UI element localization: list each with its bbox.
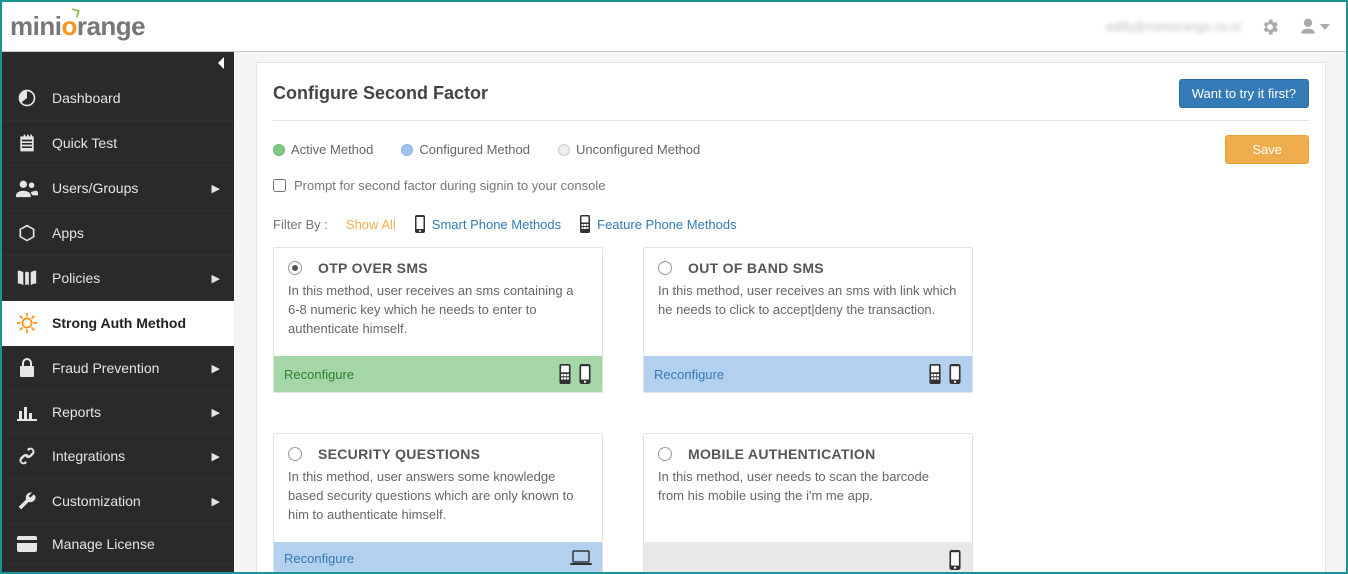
sidebar-item-quick-test[interactable]: Quick Test [2,121,234,166]
laptop-icon [570,550,592,566]
method-desc: In this method, user needs to scan the b… [644,468,972,542]
sidebar-item-manage-license[interactable]: Manage License [2,524,234,565]
method-cards: OTP OVER SMS In this method, user receive… [273,247,1309,572]
gauge-icon [16,88,38,108]
logo-pre: mini [10,11,61,41]
filter-smart-phone[interactable]: Smart Phone Methods [432,217,561,232]
page-title: Configure Second Factor [273,83,488,104]
logo-post: range [77,11,145,41]
reconfigure-link[interactable]: Reconfigure [654,367,724,382]
method-card: MOBILE AUTHENTICATION In this method, use… [643,433,973,572]
feature-icon [558,364,572,384]
bars-icon [16,403,38,421]
chevron-right-icon: ▶ [212,182,220,195]
topbar: miniorange edify@miniorange.co.in [2,2,1346,52]
method-card: SECURITY QUESTIONS In this method, user a… [273,433,603,572]
sidebar-item-label: Reports [52,404,101,420]
sidebar-item-label: Customization [52,493,141,509]
sidebar-item-policies[interactable]: Policies ▶ [2,256,234,301]
sidebar-item-label: Quick Test [52,135,117,151]
sidebar-item-label: Apps [52,225,84,241]
legend-active: Active Method [273,142,373,157]
notepad-icon [16,133,38,153]
sidebar-item-label: Users/Groups [52,180,138,196]
save-button[interactable]: Save [1225,135,1309,164]
method-desc: In this method, user answers some knowle… [274,468,602,542]
sidebar-item-customization[interactable]: Customization ▶ [2,479,234,524]
cube-icon [16,223,38,243]
smart-icon [948,364,962,384]
method-desc: In this method, user receives an sms con… [274,282,602,356]
lock-icon [16,358,38,378]
filter-feature-phone[interactable]: Feature Phone Methods [597,217,736,232]
method-card: OTP OVER SMS In this method, user receive… [273,247,603,393]
method-title: OTP OVER SMS [318,260,428,276]
legend-unconfigured: Unconfigured Method [558,142,700,157]
user-email: edify@miniorange.co.in [1106,19,1242,34]
gear-icon[interactable] [1260,17,1280,37]
method-title: OUT OF BAND SMS [688,260,824,276]
featurephone-icon [579,215,591,233]
logo-o-icon: o [61,11,76,42]
auth-icon [16,313,38,333]
sidebar-item-label: Strong Auth Method [52,315,186,331]
smart-icon [948,550,962,570]
sidebar-item-label: Dashboard [52,90,121,106]
sidebar-item-strong-auth-method[interactable]: Strong Auth Method [2,301,234,346]
filter-label: Filter By : [273,217,328,232]
prompt-label: Prompt for second factor during signin t… [294,178,605,193]
sidebar: Dashboard Quick Test Users/Groups ▶ Apps Poli… [2,52,234,572]
sidebar-item-integrations[interactable]: Integrations ▶ [2,434,234,479]
method-card: OUT OF BAND SMS In this method, user rece… [643,247,973,393]
method-radio[interactable] [288,261,302,275]
chevron-right-icon: ▶ [212,272,220,285]
card-icon [16,536,38,552]
chevron-right-icon: ▶ [212,362,220,375]
smartphone-icon [414,215,426,233]
method-radio[interactable] [658,447,672,461]
wrench-icon [16,491,38,511]
sidebar-item-label: Integrations [52,448,125,464]
sidebar-collapse[interactable] [2,52,234,76]
chevron-right-icon: ▶ [212,495,220,508]
sidebar-item-dashboard[interactable]: Dashboard [2,76,234,121]
sidebar-item-label: Manage License [52,536,155,552]
reconfigure-link[interactable]: Reconfigure [284,551,354,566]
reconfigure-link[interactable]: Reconfigure [284,367,354,382]
method-desc: In this method, user receives an sms wit… [644,282,972,356]
sidebar-item-users-groups[interactable]: Users/Groups ▶ [2,166,234,211]
prompt-checkbox[interactable] [273,179,286,192]
sidebar-item-fraud-prevention[interactable]: Fraud Prevention ▶ [2,346,234,391]
link-icon [16,446,38,466]
chevron-right-icon: ▶ [212,406,220,419]
sidebar-item-reports[interactable]: Reports ▶ [2,391,234,434]
legend-configured: Configured Method [401,142,530,157]
smart-icon [578,364,592,384]
sidebar-item-label: Policies [52,270,100,286]
chevron-right-icon: ▶ [212,450,220,463]
book-icon [16,268,38,288]
method-title: MOBILE AUTHENTICATION [688,446,876,462]
user-menu-icon[interactable] [1298,17,1330,37]
method-title: SECURITY QUESTIONS [318,446,480,462]
logo: miniorange [10,11,145,42]
method-radio[interactable] [288,447,302,461]
method-radio[interactable] [658,261,672,275]
filter-show-all[interactable]: Show All [346,217,396,232]
sidebar-item-label: Fraud Prevention [52,360,159,376]
users-icon [16,178,38,198]
try-first-button[interactable]: Want to try it first? [1179,79,1309,108]
content-area: Configure Second Factor Want to try it f… [234,52,1346,572]
feature-icon [928,364,942,384]
sidebar-item-apps[interactable]: Apps [2,211,234,256]
